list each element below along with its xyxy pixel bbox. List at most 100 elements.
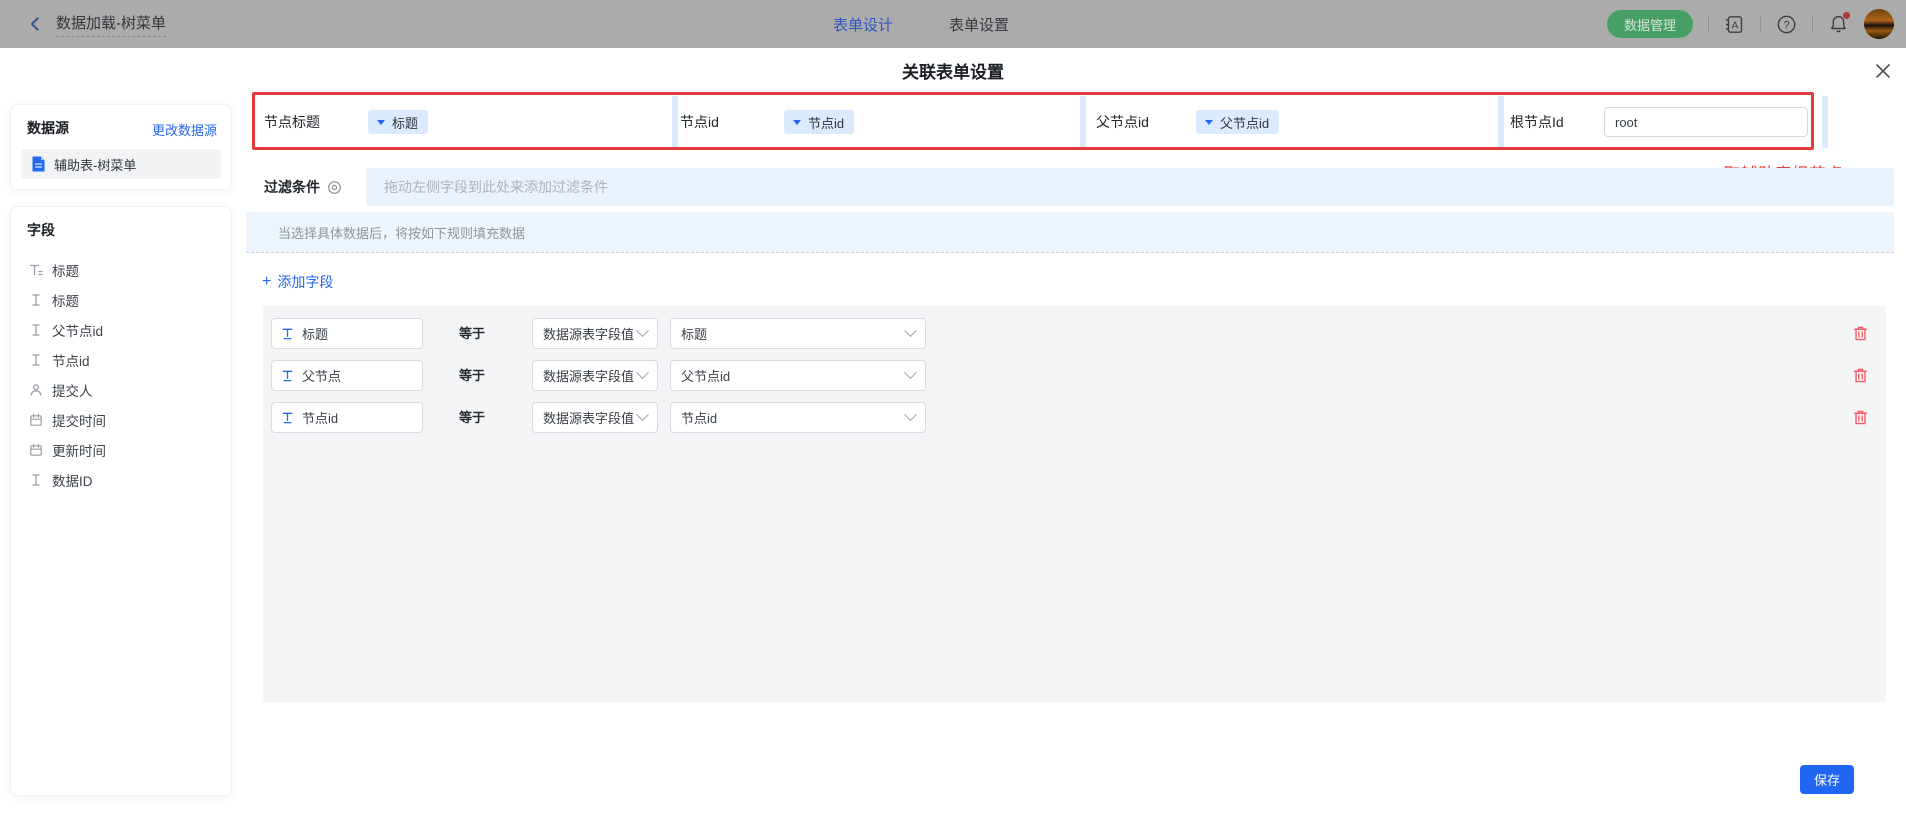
add-field-label: 添加字段: [277, 272, 333, 292]
notification-bell-icon[interactable]: [1828, 14, 1849, 35]
field-item[interactable]: 标题: [11, 285, 231, 315]
page-title: 数据加载-树菜单: [56, 12, 166, 37]
help-icon[interactable]: ?: [1776, 14, 1797, 35]
field-item[interactable]: 节点id: [11, 345, 231, 375]
topbar-right: 数据管理 A ?: [1607, 0, 1894, 48]
fill-rules-hint-band: 当选择具体数据后，将按如下规则填充数据: [246, 212, 1894, 253]
root-node-id-input[interactable]: [1604, 107, 1808, 137]
parent-node-id-label: 父节点id: [1096, 96, 1149, 148]
node-title-label: 节点标题: [264, 96, 320, 148]
rule-source-select[interactable]: 数据源表字段值: [532, 318, 658, 349]
divider: [1708, 16, 1709, 32]
rule-field-label: 节点id: [302, 408, 338, 427]
field-item[interactable]: 提交人: [11, 375, 231, 405]
fill-rules-panel: 标题 等于 数据源表字段值 标题 父节点 等于 数据源表字段值: [263, 306, 1886, 702]
person-icon: [29, 383, 43, 397]
datasource-item[interactable]: 辅助表-树菜单: [21, 149, 221, 179]
column-divider: [1822, 96, 1828, 148]
select-value: 标题: [681, 324, 707, 343]
field-item-label: 数据ID: [52, 470, 93, 490]
field-item[interactable]: 父节点id: [11, 315, 231, 345]
node-mapping-row: 节点标题 标题 节点id 节点id 父节点id 父节点id 根节点Id: [246, 96, 1894, 148]
rule-operator: 等于: [459, 318, 485, 349]
field-item[interactable]: 更新时间: [11, 435, 231, 465]
rule-operator: 等于: [459, 402, 485, 433]
calendar-icon: [29, 413, 43, 427]
select-value: 父节点id: [681, 366, 730, 385]
avatar[interactable]: [1864, 9, 1894, 39]
text-field-icon: [281, 369, 294, 382]
divider: [1760, 16, 1761, 32]
calendar-icon: [29, 443, 43, 457]
rule-field-label: 标题: [302, 324, 328, 343]
root-node-id-label: 根节点Id: [1510, 96, 1564, 148]
filter-label: 过滤条件: [264, 177, 320, 197]
filter-placeholder: 拖动左侧字段到此处来添加过滤条件: [384, 177, 608, 197]
field-item-label: 提交人: [52, 380, 93, 400]
field-item-label: 父节点id: [52, 320, 103, 340]
node-id-label: 节点id: [680, 96, 719, 148]
text-field-icon: [29, 293, 43, 307]
rule-value-select[interactable]: 父节点id: [670, 360, 926, 391]
delete-rule-icon[interactable]: [1852, 325, 1869, 342]
topbar-left: 数据加载-树菜单: [26, 0, 166, 48]
rule-target-field[interactable]: 节点id: [271, 402, 423, 433]
title-field-icon: [29, 263, 43, 277]
filter-dropzone[interactable]: 拖动左侧字段到此处来添加过滤条件: [366, 168, 1894, 206]
select-value: 数据源表字段值: [543, 324, 634, 343]
datasource-item-label: 辅助表-树菜单: [54, 155, 136, 174]
field-item[interactable]: 提交时间: [11, 405, 231, 435]
change-datasource-link[interactable]: 更改数据源: [152, 120, 217, 139]
chevron-down-icon: [636, 324, 649, 337]
rule-target-field[interactable]: 父节点: [271, 360, 423, 391]
chevron-down-icon: [636, 366, 649, 379]
tag-label: 父节点id: [1220, 113, 1269, 132]
fill-rules-hint: 当选择具体数据后，将按如下规则填充数据: [278, 223, 525, 242]
column-divider: [672, 96, 678, 148]
docs-book-icon[interactable]: A: [1724, 14, 1745, 35]
divider: [1812, 16, 1813, 32]
plus-icon: +: [262, 274, 271, 290]
delete-rule-icon[interactable]: [1852, 367, 1869, 384]
filter-help-icon[interactable]: [327, 180, 342, 195]
chevron-down-icon: [636, 408, 649, 421]
modal-title: 关联表单设置: [0, 58, 1906, 83]
rule-target-field[interactable]: 标题: [271, 318, 423, 349]
select-value: 节点id: [681, 408, 717, 427]
column-divider: [1498, 96, 1504, 148]
rule-source-select[interactable]: 数据源表字段值: [532, 402, 658, 433]
text-field-icon: [29, 353, 43, 367]
field-item[interactable]: 数据ID: [11, 465, 231, 495]
rule-value-select[interactable]: 标题: [670, 318, 926, 349]
rule-operator: 等于: [459, 360, 485, 391]
select-value: 数据源表字段值: [543, 408, 634, 427]
filter-label-wrap: 过滤条件: [264, 168, 342, 206]
text-field-icon: [29, 473, 43, 487]
caret-down-icon: [793, 120, 801, 125]
node-title-field-tag[interactable]: 标题: [368, 110, 428, 134]
data-manage-button[interactable]: 数据管理: [1607, 10, 1693, 38]
notification-dot: [1843, 12, 1850, 19]
node-id-field-tag[interactable]: 节点id: [784, 110, 854, 134]
datasource-card: 数据源 更改数据源 辅助表-树菜单: [10, 104, 232, 190]
chevron-down-icon: [904, 408, 917, 421]
screen: 数据加载-树菜单 表单设计 表单设置 数据管理 A ?: [0, 0, 1906, 814]
rule-source-select[interactable]: 数据源表字段值: [532, 360, 658, 391]
document-icon: [31, 156, 46, 172]
field-item[interactable]: 标题: [11, 255, 231, 285]
select-value: 数据源表字段值: [543, 366, 634, 385]
rule-row: 节点id 等于 数据源表字段值 节点id: [263, 402, 1886, 433]
tab-form-design[interactable]: 表单设计: [833, 14, 893, 35]
field-list: 标题 标题 父节点id 节点id 提交人 提交时间: [11, 255, 231, 495]
add-field-button[interactable]: + 添加字段: [262, 272, 333, 292]
save-button[interactable]: 保存: [1800, 765, 1854, 794]
back-icon[interactable]: [26, 15, 44, 33]
topbar-tabs: 表单设计 表单设置: [833, 0, 1009, 48]
filter-section: 过滤条件 拖动左侧字段到此处来添加过滤条件: [246, 168, 1894, 206]
chevron-down-icon: [904, 366, 917, 379]
tab-form-settings[interactable]: 表单设置: [949, 14, 1009, 35]
close-icon[interactable]: [1872, 60, 1894, 82]
delete-rule-icon[interactable]: [1852, 409, 1869, 426]
rule-value-select[interactable]: 节点id: [670, 402, 926, 433]
parent-node-id-field-tag[interactable]: 父节点id: [1196, 110, 1279, 134]
